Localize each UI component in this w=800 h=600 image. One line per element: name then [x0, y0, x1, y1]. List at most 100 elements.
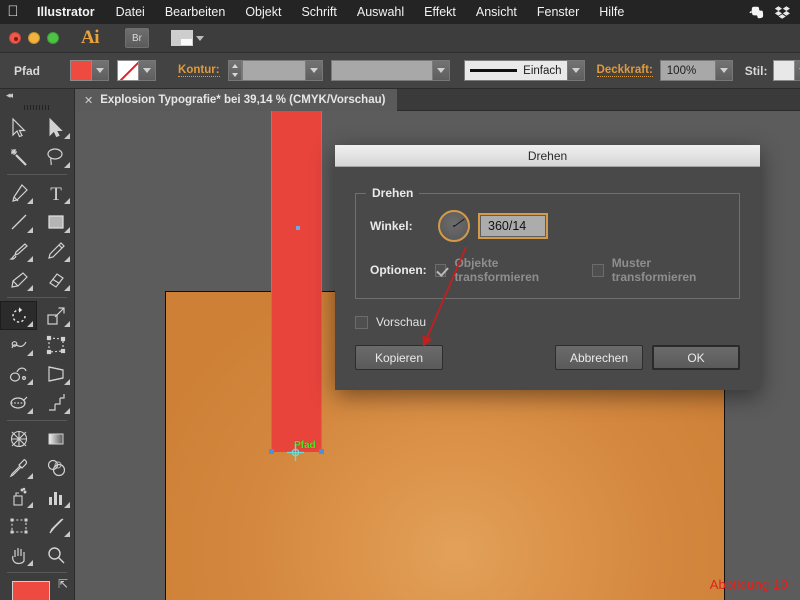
transform-patterns-checkbox[interactable] — [591, 263, 604, 277]
menu-hilfe[interactable]: Hilfe — [589, 5, 634, 19]
path-anchor-point[interactable] — [319, 449, 324, 454]
selection-tool[interactable] — [0, 113, 37, 142]
rotation-origin-icon[interactable] — [287, 444, 304, 461]
illustrator-window:  Illustrator Datei Bearbeiten Objekt Sc… — [0, 0, 800, 600]
selected-object-type: Pfad — [14, 63, 41, 78]
stroke-weight-label[interactable]: Kontur: — [178, 64, 220, 77]
stepper-up-icon — [231, 63, 238, 68]
menu-effekt[interactable]: Effekt — [414, 5, 466, 19]
ok-button[interactable]: OK — [652, 345, 740, 370]
lasso-tool[interactable] — [37, 142, 74, 171]
stroke-swatch-none-icon[interactable] — [117, 60, 140, 81]
eraser-tool[interactable] — [37, 265, 74, 294]
shape-builder-tool[interactable] — [0, 359, 37, 388]
zoom-tool[interactable] — [37, 540, 74, 569]
graphic-style-control[interactable] — [773, 60, 800, 81]
angle-dial[interactable] — [438, 210, 470, 242]
slice-tool[interactable] — [37, 511, 74, 540]
paintbrush-tool[interactable] — [0, 236, 37, 265]
dialog-body: Drehen Winkel: 360/14 Optionen: Objekte … — [335, 167, 760, 329]
cancel-button[interactable]: Abbrechen — [554, 345, 643, 370]
rectangle-tool[interactable] — [37, 207, 74, 236]
selected-path-shape[interactable] — [271, 111, 322, 452]
fill-swatch[interactable] — [70, 60, 93, 81]
line-segment-tool[interactable] — [0, 207, 37, 236]
brush-definition-dropdown-button[interactable] — [567, 60, 585, 81]
arrange-documents-icon — [171, 30, 193, 46]
stroke-profile-dropdown-button[interactable] — [432, 60, 450, 81]
tools-panel-grip[interactable] — [0, 102, 74, 113]
blob-brush-tool[interactable] — [0, 265, 37, 294]
direct-selection-tool[interactable] — [37, 113, 74, 142]
hand-tool[interactable] — [0, 540, 37, 569]
stroke-dropdown-button[interactable] — [139, 60, 157, 81]
symbol-sprayer-tool[interactable] — [0, 424, 37, 453]
gradient-swatch-tool[interactable] — [37, 424, 74, 453]
graphic-style-swatch[interactable] — [773, 60, 796, 81]
stroke-profile-control[interactable] — [330, 60, 450, 81]
menu-objekt[interactable]: Objekt — [235, 5, 291, 19]
mesh-tool[interactable] — [0, 388, 37, 417]
stroke-weight-dropdown-button[interactable] — [305, 60, 323, 81]
column-graph-tool[interactable] — [37, 482, 74, 511]
path-anchor-point[interactable] — [269, 449, 274, 454]
rotate-dialog[interactable]: Drehen Drehen Winkel: 360/14 Optionen: O… — [335, 145, 760, 390]
fill-dropdown-button[interactable] — [92, 60, 110, 81]
menu-datei[interactable]: Datei — [106, 5, 155, 19]
rotate-tool[interactable] — [0, 301, 37, 330]
close-tab-icon[interactable]: ✕ — [84, 94, 93, 107]
stroke-color-control[interactable] — [117, 60, 157, 81]
evernote-icon[interactable] — [748, 4, 765, 21]
type-tool[interactable]: T — [37, 178, 74, 207]
arrange-documents-button[interactable] — [171, 30, 204, 46]
brush-definition-control[interactable]: Einfach — [463, 60, 585, 81]
zoom-window-button[interactable] — [47, 32, 59, 44]
blend-tool[interactable] — [37, 453, 74, 482]
magic-wand-tool[interactable] — [0, 142, 37, 171]
menu-bearbeiten[interactable]: Bearbeiten — [155, 5, 235, 19]
transform-objects-label: Objekte transformieren — [454, 256, 540, 284]
stroke-profile-field[interactable] — [330, 60, 433, 81]
angle-input[interactable]: 360/14 — [478, 213, 548, 239]
copy-button[interactable]: Kopieren — [355, 345, 443, 370]
artboard-tool[interactable] — [0, 511, 37, 540]
width-tool[interactable] — [0, 330, 37, 359]
fill-color-swatch[interactable] — [12, 581, 50, 600]
menu-ansicht[interactable]: Ansicht — [466, 5, 527, 19]
symbol-sprayer-tool-2[interactable] — [0, 482, 37, 511]
apple-logo-icon[interactable]:  — [0, 4, 26, 21]
transform-objects-checkbox[interactable] — [434, 263, 447, 277]
document-tab[interactable]: ✕ Explosion Typografie* bei 39,14 % (CMY… — [75, 89, 398, 111]
stroke-weight-control[interactable] — [227, 60, 323, 81]
swap-fill-stroke-icon[interactable]: ⇱ — [58, 577, 68, 591]
opacity-dropdown-button[interactable] — [715, 60, 733, 81]
launch-bridge-button[interactable]: Br — [125, 28, 149, 48]
graphic-style-dropdown-button[interactable] — [795, 60, 800, 81]
menu-auswahl[interactable]: Auswahl — [347, 5, 414, 19]
dialog-button-row: Kopieren Abbrechen OK — [355, 345, 740, 370]
opacity-field[interactable]: 100% — [659, 60, 716, 81]
tools-panel-collapse[interactable]: ◂◂ — [0, 89, 74, 102]
minimize-window-button[interactable] — [28, 32, 40, 44]
fill-color-control[interactable] — [70, 60, 110, 81]
preview-checkbox[interactable] — [355, 315, 368, 329]
perspective-grid-tool[interactable] — [37, 359, 74, 388]
opacity-label[interactable]: Deckkraft: — [596, 64, 653, 77]
stroke-weight-field[interactable] — [241, 60, 306, 81]
menu-fenster[interactable]: Fenster — [527, 5, 589, 19]
dropbox-icon[interactable] — [774, 4, 791, 21]
brush-definition-field[interactable]: Einfach — [463, 60, 568, 81]
eyedropper-tool[interactable] — [0, 453, 37, 482]
pen-tool[interactable] — [0, 178, 37, 207]
opacity-control[interactable]: 100% — [659, 60, 733, 81]
menubar-app-name[interactable]: Illustrator — [26, 5, 106, 19]
stroke-weight-stepper[interactable] — [227, 60, 242, 81]
control-bar: Pfad Kontur: Einfach Deckkraft: 100% Sti… — [0, 53, 800, 89]
free-transform-tool[interactable] — [37, 330, 74, 359]
close-window-button[interactable] — [9, 32, 21, 44]
gradient-tool[interactable] — [37, 388, 74, 417]
scale-tool[interactable] — [37, 301, 74, 330]
menu-schrift[interactable]: Schrift — [291, 5, 346, 19]
pencil-tool[interactable] — [37, 236, 74, 265]
macos-menu-bar:  Illustrator Datei Bearbeiten Objekt Sc… — [0, 0, 800, 24]
